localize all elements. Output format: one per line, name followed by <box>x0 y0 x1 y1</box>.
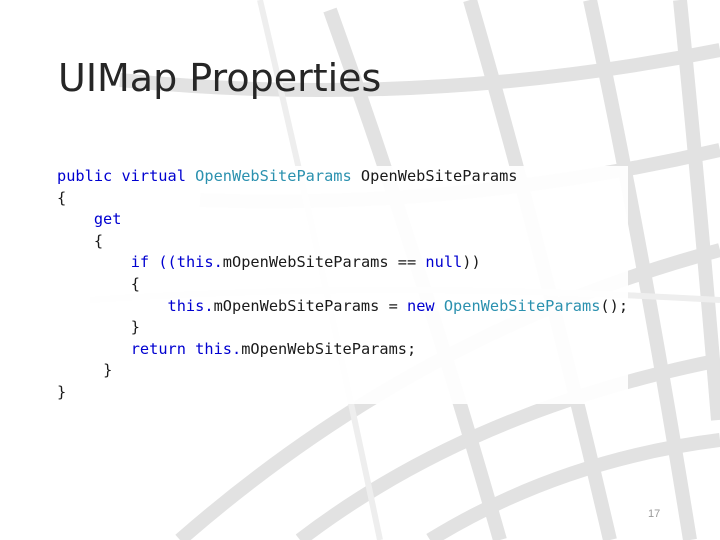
code-token: public virtual <box>57 167 196 185</box>
code-token: } <box>130 318 140 337</box>
code-line: { <box>57 187 629 210</box>
code-line: return this.mOpenWebSiteParams; <box>57 338 629 361</box>
code-token: == <box>388 253 426 272</box>
code-token: this. <box>195 339 242 358</box>
code-line: } <box>57 360 629 382</box>
code-token: mOpenWebSiteParams <box>213 296 380 315</box>
code-line: } <box>57 381 629 404</box>
code-token: get <box>93 210 122 229</box>
code-token: new <box>407 296 444 315</box>
code-line: { <box>57 273 629 296</box>
code-line: get <box>57 209 629 231</box>
code-token: mOpenWebSiteParams <box>222 253 389 272</box>
code-token: this. <box>167 296 214 315</box>
code-token: = <box>379 296 407 315</box>
code-token: return <box>130 339 196 358</box>
code-line: { <box>57 230 629 253</box>
slide-title: UIMap Properties <box>58 56 382 100</box>
code-token: if ((this. <box>130 253 223 272</box>
code-block: public virtual OpenWebSiteParams OpenWeb… <box>57 166 629 404</box>
code-token: null <box>425 253 463 272</box>
code-token: { <box>130 274 140 293</box>
page-number: 17 <box>648 508 661 520</box>
code-line: if ((this.mOpenWebSiteParams == null)) <box>57 252 629 274</box>
code-line: this.mOpenWebSiteParams = new OpenWebSit… <box>57 295 629 318</box>
code-line: public virtual OpenWebSiteParams OpenWeb… <box>57 166 629 188</box>
code-token: OpenWebSiteParams <box>351 167 518 185</box>
code-token: OpenWebSiteParams <box>195 167 352 185</box>
code-token: (); <box>600 296 629 315</box>
code-token: { <box>57 188 67 207</box>
code-token: } <box>103 361 113 380</box>
code-token: )) <box>462 253 481 272</box>
code-line: } <box>57 317 629 339</box>
code-token: OpenWebSiteParams <box>443 296 601 315</box>
code-token: } <box>57 382 67 401</box>
code-token: mOpenWebSiteParams; <box>241 339 417 358</box>
code-token: { <box>93 231 104 250</box>
